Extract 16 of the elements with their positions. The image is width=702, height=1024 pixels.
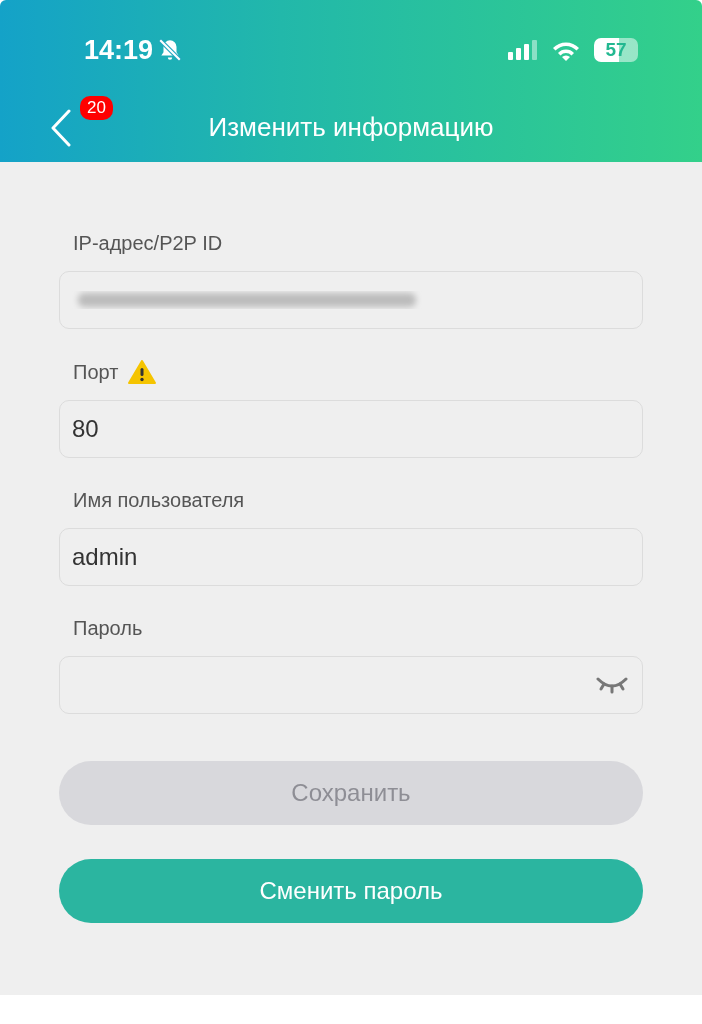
field-label: Порт (73, 360, 119, 384)
page-title: Изменить информацию (208, 111, 494, 143)
password-field[interactable] (59, 656, 643, 714)
wifi-icon (552, 39, 580, 61)
status-time: 14:19 (84, 34, 154, 66)
warning-icon (128, 360, 157, 384)
notification-badge: 20 (80, 96, 113, 120)
signal-icon (508, 40, 538, 60)
battery-level: 57 (594, 38, 638, 62)
field-label: Пароль (73, 617, 143, 640)
field-label: Имя пользователя (73, 489, 245, 512)
eye-closed-icon[interactable] (595, 675, 629, 695)
field-label: IP-адрес/P2P ID (73, 232, 223, 255)
input-field[interactable]: admin (59, 528, 643, 586)
input-field[interactable] (59, 271, 643, 329)
input-field[interactable]: 80 (59, 400, 643, 458)
